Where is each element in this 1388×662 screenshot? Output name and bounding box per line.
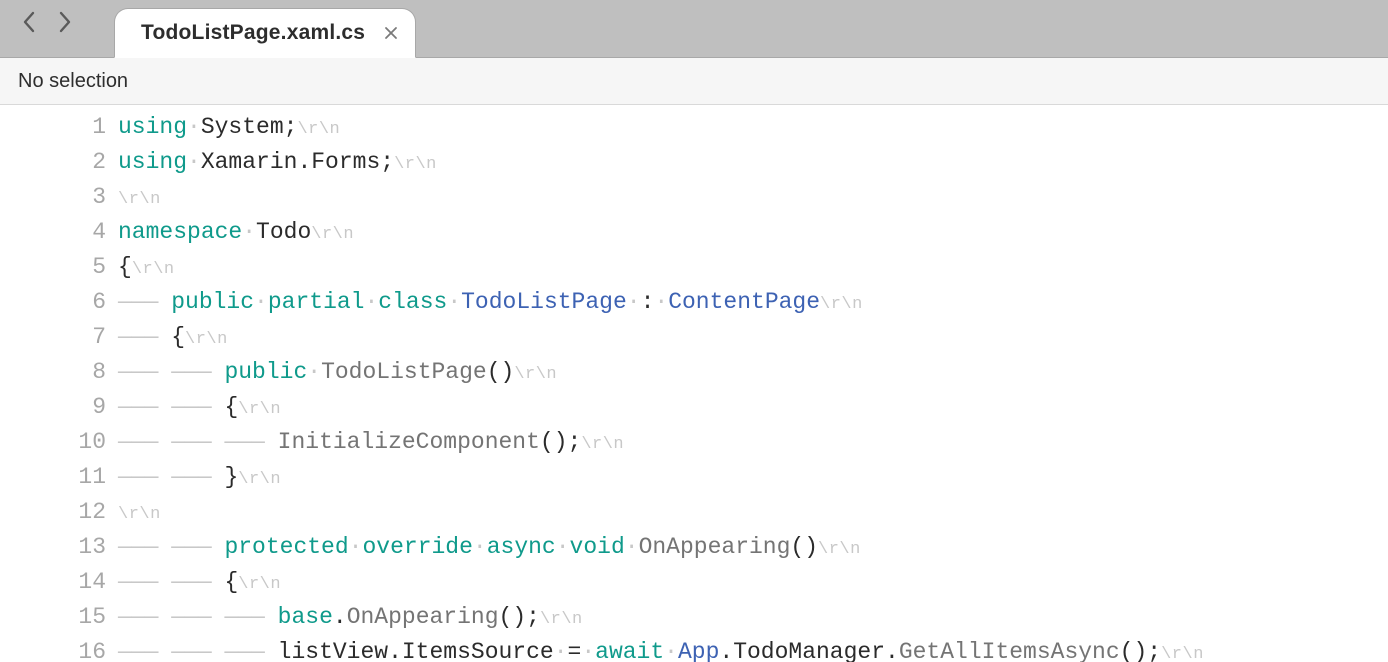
code-line[interactable]: 5{\r\n (0, 251, 1388, 286)
code-line[interactable]: 14——— ——— {\r\n (0, 566, 1388, 601)
line-number: 7 (0, 321, 118, 353)
code-line[interactable]: 2using·Xamarin.Forms;\r\n (0, 146, 1388, 181)
code-line[interactable]: 16——— ——— ——— listView.ItemsSource·=·awa… (0, 636, 1388, 662)
code-line[interactable]: 1using·System;\r\n (0, 111, 1388, 146)
line-number: 8 (0, 356, 118, 388)
code-content[interactable]: using·Xamarin.Forms;\r\n (118, 146, 1388, 181)
code-content[interactable]: \r\n (118, 181, 1388, 216)
code-line[interactable]: 10——— ——— ——— InitializeComponent();\r\n (0, 426, 1388, 461)
code-line[interactable]: 9——— ——— {\r\n (0, 391, 1388, 426)
nav-arrows (0, 11, 94, 47)
editor-tab[interactable]: TodoListPage.xaml.cs (114, 8, 416, 58)
nav-forward-icon[interactable] (56, 11, 72, 33)
code-content[interactable]: ——— ——— ——— listView.ItemsSource·=·await… (118, 636, 1388, 662)
line-number: 14 (0, 566, 118, 598)
code-content[interactable]: ——— ——— {\r\n (118, 391, 1388, 426)
line-number: 6 (0, 286, 118, 318)
line-number: 16 (0, 636, 118, 662)
breadcrumb-bar[interactable]: No selection (0, 58, 1388, 105)
line-number: 1 (0, 111, 118, 143)
code-content[interactable]: ——— ——— public·TodoListPage()\r\n (118, 356, 1388, 391)
code-editor[interactable]: 1using·System;\r\n2using·Xamarin.Forms;\… (0, 105, 1388, 662)
editor-topbar: TodoListPage.xaml.cs (0, 0, 1388, 58)
code-line[interactable]: 7——— {\r\n (0, 321, 1388, 356)
nav-back-icon[interactable] (22, 11, 38, 33)
code-line[interactable]: 13——— ——— protected·override·async·void·… (0, 531, 1388, 566)
code-content[interactable]: ——— public·partial·class·TodoListPage·:·… (118, 286, 1388, 321)
code-content[interactable]: ——— ——— {\r\n (118, 566, 1388, 601)
code-content[interactable]: using·System;\r\n (118, 111, 1388, 146)
breadcrumb-text: No selection (18, 70, 128, 93)
close-icon[interactable] (381, 23, 401, 43)
line-number: 4 (0, 216, 118, 248)
line-number: 12 (0, 496, 118, 528)
code-content[interactable]: namespace·Todo\r\n (118, 216, 1388, 251)
code-line[interactable]: 6——— public·partial·class·TodoListPage·:… (0, 286, 1388, 321)
line-number: 5 (0, 251, 118, 283)
code-content[interactable]: ——— ——— ——— base.OnAppearing();\r\n (118, 601, 1388, 636)
code-content[interactable]: ——— {\r\n (118, 321, 1388, 356)
code-line[interactable]: 8——— ——— public·TodoListPage()\r\n (0, 356, 1388, 391)
line-number: 11 (0, 461, 118, 493)
line-number: 2 (0, 146, 118, 178)
tab-title: TodoListPage.xaml.cs (141, 21, 365, 45)
line-number: 13 (0, 531, 118, 563)
code-line[interactable]: 4namespace·Todo\r\n (0, 216, 1388, 251)
code-line[interactable]: 12\r\n (0, 496, 1388, 531)
line-number: 10 (0, 426, 118, 458)
line-number: 3 (0, 181, 118, 213)
line-number: 9 (0, 391, 118, 423)
code-content[interactable]: ——— ——— }\r\n (118, 461, 1388, 496)
code-line[interactable]: 3\r\n (0, 181, 1388, 216)
code-content[interactable]: ——— ——— ——— InitializeComponent();\r\n (118, 426, 1388, 461)
line-number: 15 (0, 601, 118, 633)
code-line[interactable]: 15——— ——— ——— base.OnAppearing();\r\n (0, 601, 1388, 636)
code-content[interactable]: ——— ——— protected·override·async·void·On… (118, 531, 1388, 566)
code-content[interactable]: {\r\n (118, 251, 1388, 286)
code-line[interactable]: 11——— ——— }\r\n (0, 461, 1388, 496)
code-content[interactable]: \r\n (118, 496, 1388, 531)
